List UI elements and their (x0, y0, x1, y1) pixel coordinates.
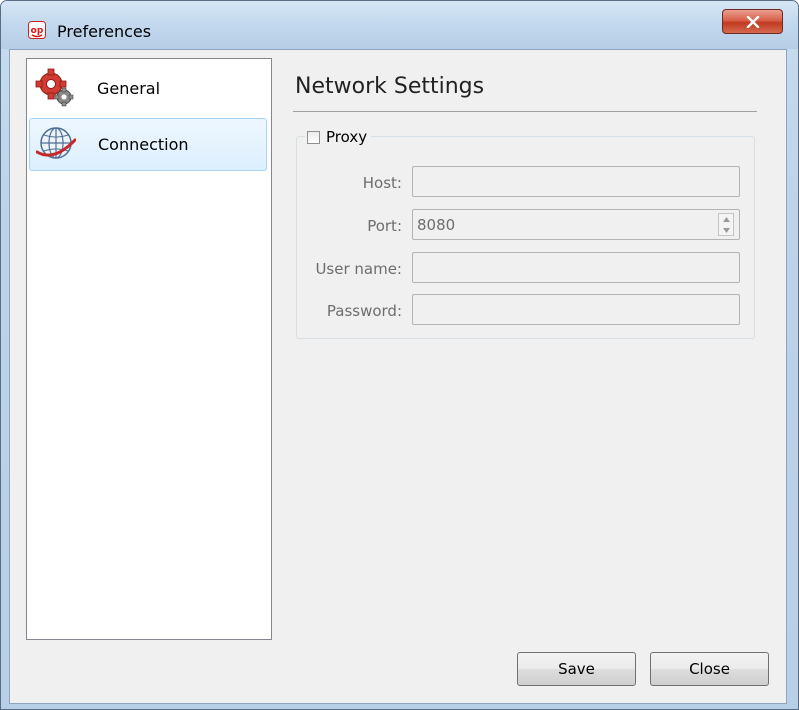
username-field[interactable] (412, 252, 740, 283)
port-stepper[interactable]: 8080 (412, 209, 740, 240)
spin-up-button[interactable] (719, 214, 733, 224)
preferences-window: op Preferences General Connection Networ… (0, 0, 799, 710)
proxy-label: Proxy (326, 128, 368, 146)
spin-down-button[interactable] (719, 225, 733, 235)
port-spin-buttons (718, 213, 734, 236)
host-label: Host: (362, 174, 402, 192)
sidebar-item-label: General (97, 79, 161, 98)
port-value: 8080 (417, 216, 456, 234)
op-app-icon: op (28, 21, 46, 39)
port-label: Port: (367, 217, 402, 235)
close-button[interactable]: Close (650, 652, 769, 686)
proxy-checkbox[interactable] (307, 130, 320, 144)
category-list: General Connection (26, 58, 272, 640)
close-x-icon (746, 15, 759, 28)
save-button[interactable]: Save (517, 652, 636, 686)
page-title: Network Settings (295, 74, 485, 99)
svg-text:op: op (31, 26, 44, 36)
title-divider (293, 111, 757, 112)
window-title: Preferences (57, 22, 152, 41)
window-close-button[interactable] (722, 9, 783, 34)
globe-icon (36, 127, 76, 159)
chevron-down-icon (722, 227, 730, 233)
sidebar-item-connection[interactable]: Connection (29, 118, 267, 171)
dialog-client-area: General Connection Network Settings Prox… (9, 49, 787, 704)
gear-icon (35, 68, 74, 107)
password-label: Password: (326, 302, 402, 320)
proxy-toggle[interactable]: Proxy (305, 128, 372, 146)
chevron-up-icon (722, 216, 730, 222)
username-label: User name: (315, 260, 402, 278)
password-field[interactable] (412, 294, 740, 325)
title-bar[interactable]: op Preferences (1, 1, 798, 49)
sidebar-item-label: Connection (98, 135, 189, 154)
sidebar-item-general[interactable]: General (29, 63, 267, 116)
host-field[interactable] (412, 166, 740, 197)
